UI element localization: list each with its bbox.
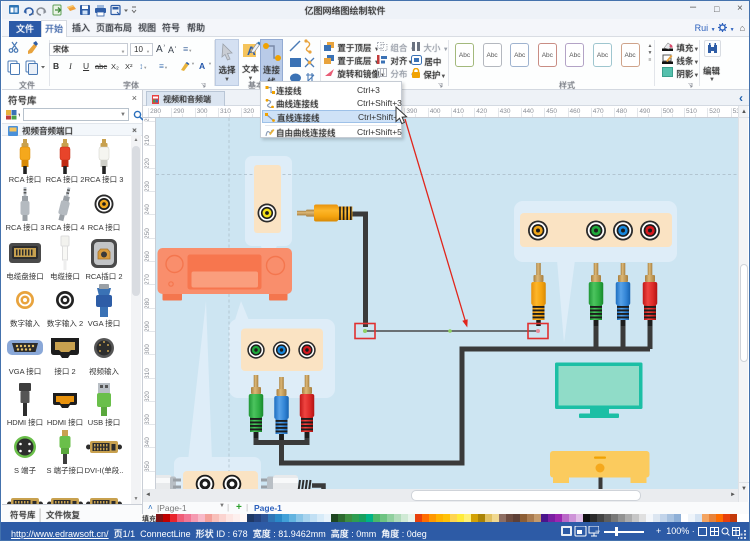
svg-text:▼: ▼ xyxy=(17,113,20,119)
